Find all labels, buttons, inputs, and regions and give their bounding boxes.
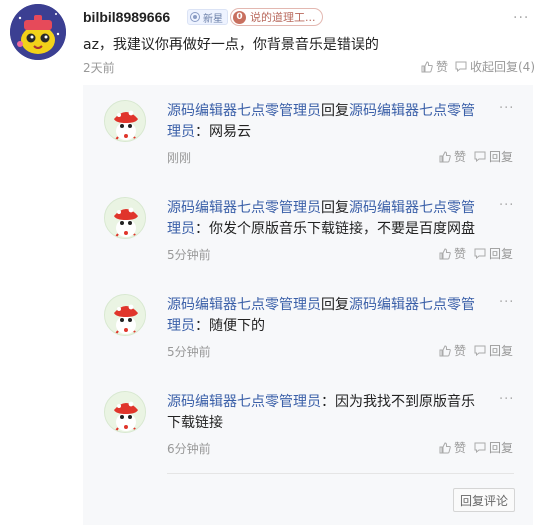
- reply-reply-button[interactable]: 回复: [474, 342, 513, 359]
- reply-text: 源码编辑器七点零管理员回复源码编辑器七点零管理员：你发个原版音乐下载链接，不要是…: [167, 198, 487, 240]
- reply-like-button[interactable]: 赞: [439, 439, 466, 456]
- comment-bubble-icon: [474, 442, 486, 453]
- more-options-icon[interactable]: ···: [499, 198, 514, 213]
- reply-avatar-image: [105, 295, 145, 335]
- reply-time: 5分钟前: [167, 248, 211, 262]
- comment-bubble-icon: [474, 345, 486, 356]
- reply-like-button[interactable]: 赞: [439, 148, 466, 165]
- new-star-label: 新星: [203, 13, 223, 25]
- medal-level: 0: [233, 10, 246, 24]
- like-label: 赞: [454, 344, 467, 358]
- like-label: 赞: [454, 441, 467, 455]
- reply-text: 源码编辑器七点零管理员回复源码编辑器七点零管理员：网易云: [167, 101, 487, 143]
- avatar-image: [10, 4, 66, 60]
- reply-content: ：随便下的: [195, 318, 265, 334]
- reply-avatar[interactable]: [104, 391, 146, 433]
- reply-label: 回复: [489, 247, 514, 261]
- reply-label: 回复: [489, 344, 514, 358]
- comment-time: 2天前: [83, 61, 115, 75]
- reply-label: 回复: [489, 441, 514, 455]
- reply-reply-button[interactable]: 回复: [474, 148, 513, 165]
- collapse-replies-button[interactable]: 收起回复(4): [455, 58, 535, 75]
- new-star-badge: 新星: [187, 9, 228, 25]
- reply-avatar-image: [105, 392, 145, 432]
- username[interactable]: bilbil8989666: [83, 9, 170, 25]
- collapse-label: 收起回复(4): [470, 60, 535, 74]
- reply-reply-button[interactable]: 回复: [474, 439, 513, 456]
- reply-time: 刚刚: [167, 151, 192, 165]
- reply-like-button[interactable]: 赞: [439, 342, 466, 359]
- like-label: 赞: [454, 247, 467, 261]
- thumb-up-icon: [439, 441, 451, 453]
- more-options-icon[interactable]: ···: [499, 392, 514, 407]
- reply-word: 回复: [321, 297, 349, 313]
- reply-text: 源码编辑器七点零管理员：因为我找不到原版音乐下载链接: [167, 392, 487, 434]
- more-options-icon[interactable]: ···: [499, 295, 514, 310]
- reply-like-button[interactable]: 赞: [439, 245, 466, 262]
- reply-author-link[interactable]: 源码编辑器七点零管理员: [167, 394, 321, 410]
- like-button[interactable]: 赞: [421, 58, 448, 75]
- reply-reply-button[interactable]: 回复: [474, 245, 513, 262]
- comment-thread: bilbil8989666 新星 0 说的道理工... ··· az，我建议你再…: [0, 0, 557, 525]
- reply-avatar-image: [105, 101, 145, 141]
- reply-time: 6分钟前: [167, 442, 211, 456]
- reply-avatar[interactable]: [104, 100, 146, 142]
- thumb-up-icon: [439, 247, 451, 259]
- medal-text: 说的道理工...: [250, 11, 316, 24]
- reply-author-link[interactable]: 源码编辑器七点零管理员: [167, 200, 321, 216]
- reply-label: 回复: [489, 150, 514, 164]
- like-label: 赞: [454, 150, 467, 164]
- like-label: 赞: [436, 60, 449, 74]
- more-options-icon[interactable]: ···: [513, 10, 529, 26]
- thumb-up-icon: [421, 60, 433, 72]
- reply-avatar-image: [105, 198, 145, 238]
- user-avatar[interactable]: [10, 4, 66, 60]
- divider: [167, 473, 514, 474]
- reply-text: 源码编辑器七点零管理员回复源码编辑器七点零管理员：随便下的: [167, 295, 487, 337]
- reply-author-link[interactable]: 源码编辑器七点零管理员: [167, 103, 321, 119]
- reply-list: 源码编辑器七点零管理员回复源码编辑器七点零管理员：网易云 ··· 刚刚 赞 回复: [83, 85, 533, 525]
- comment-bubble-icon: [455, 61, 467, 72]
- medal-badge[interactable]: 0 说的道理工...: [230, 8, 323, 26]
- thumb-up-icon: [439, 344, 451, 356]
- thumb-up-icon: [439, 150, 451, 162]
- reply-word: 回复: [321, 103, 349, 119]
- more-options-icon[interactable]: ···: [499, 101, 514, 116]
- reply-content: ：网易云: [195, 124, 251, 140]
- comment-body: az，我建议你再做好一点，你背景音乐是错误的: [83, 37, 379, 53]
- reply-avatar[interactable]: [104, 294, 146, 336]
- reply-word: 回复: [321, 200, 349, 216]
- reply-avatar[interactable]: [104, 197, 146, 239]
- reply-content: ：你发个原版音乐下载链接，不要是百度网盘: [195, 221, 475, 237]
- reply-time: 5分钟前: [167, 345, 211, 359]
- comment-bubble-icon: [474, 151, 486, 162]
- comment-bubble-icon: [474, 248, 486, 259]
- reply-comment-button[interactable]: 回复评论: [453, 488, 515, 512]
- reply-author-link[interactable]: 源码编辑器七点零管理员: [167, 297, 321, 313]
- star-badge-icon: [190, 12, 200, 22]
